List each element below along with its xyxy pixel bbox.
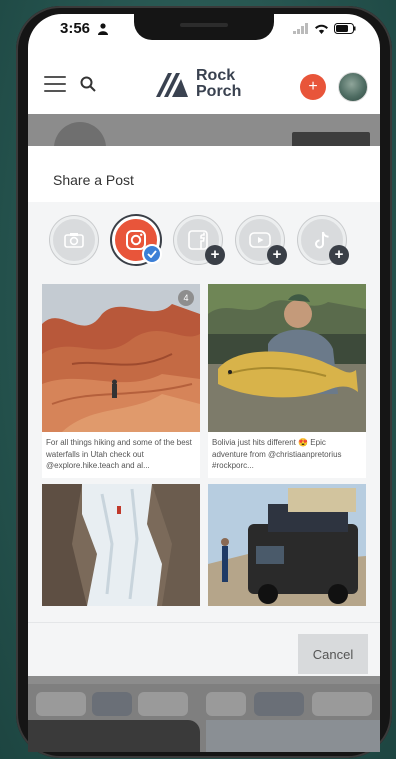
share-post-modal: Share a Post + + + 4 For all things hiki… [28,146,380,676]
platform-facebook[interactable]: + [174,216,225,265]
background-content [28,684,380,752]
platform-instagram[interactable] [112,216,162,264]
platform-tiktok[interactable]: + [298,216,349,265]
notch [134,14,274,40]
logo-text-line2: Porch [196,83,242,100]
menu-icon[interactable] [44,76,66,92]
post-card[interactable]: 4 For all things hiking and some of the … [42,284,200,478]
post-image: 4 [42,284,200,432]
signal-icon [293,23,308,34]
post-card[interactable] [208,484,366,606]
platform-selector: + + + [28,216,380,272]
add-platform-icon: + [329,245,349,265]
add-platform-icon: + [267,245,287,265]
selected-check-icon [142,244,162,264]
post-card[interactable] [42,484,200,606]
logo-text-line1: Rock [196,67,236,84]
add-platform-icon: + [205,245,225,265]
cancel-button[interactable]: Cancel [298,634,368,674]
battery-icon [334,23,356,34]
post-caption: Bolivia just hits different 😍 Epic adven… [212,438,342,470]
post-card[interactable]: Bolivia just hits different 😍 Epic adven… [208,284,366,478]
post-image [208,484,366,606]
logo-mark-icon [156,73,188,97]
add-post-button[interactable]: + [300,74,326,100]
status-time: 3:56 [60,20,91,37]
youtube-icon [249,232,271,248]
user-avatar[interactable] [338,72,368,102]
platform-youtube[interactable]: + [236,216,287,265]
status-icons [293,23,356,34]
wifi-icon [315,24,328,34]
modal-divider [28,622,380,623]
post-image [42,484,200,606]
post-image [208,284,366,432]
app-header: Rock Porch + [28,54,380,114]
tiktok-icon [315,231,329,249]
platform-camera[interactable] [50,216,98,264]
image-count-badge: 4 [178,290,194,306]
post-caption: For all things hiking and some of the be… [46,438,192,470]
person-icon [98,23,108,35]
search-icon[interactable] [80,76,96,92]
modal-title: Share a Post [28,146,380,202]
facebook-icon [188,230,208,250]
camera-icon [64,233,84,248]
phone-screen: 3:56 Rock Porch + Share a Post + + + 4 F… [28,14,380,752]
rock-porch-logo[interactable]: Rock Porch [154,68,241,100]
